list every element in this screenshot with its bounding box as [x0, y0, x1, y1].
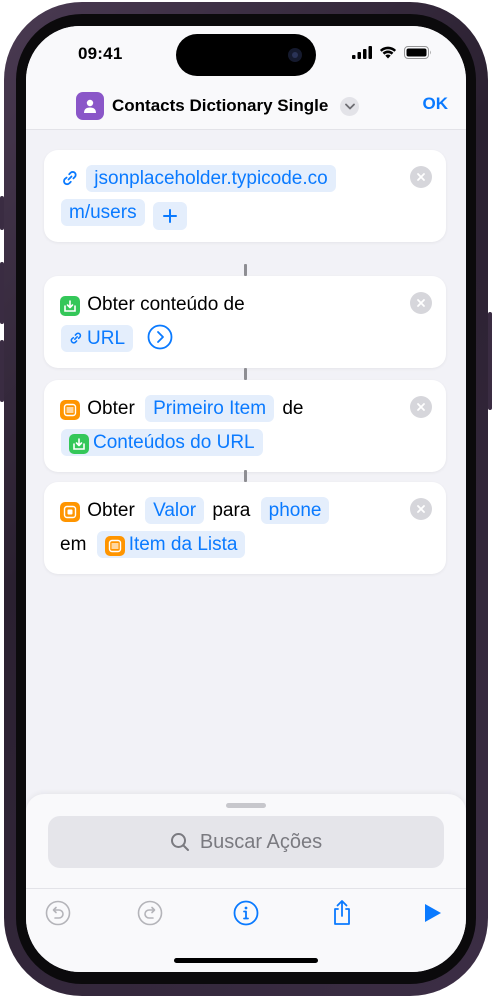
redo-button[interactable]: [136, 899, 164, 927]
dictionary-icon: [60, 502, 80, 522]
shortcut-title-menu[interactable]: Contacts Dictionary Single: [76, 92, 360, 120]
expand-options-button[interactable]: [147, 324, 173, 350]
action-list: jsonplaceholder.typicode.co m/users Obter…: [26, 130, 466, 820]
contact-person-icon: [76, 92, 104, 120]
volume-down-button: [0, 340, 4, 402]
volume-up-button: [0, 262, 4, 324]
status-time: 09:41: [78, 44, 123, 63]
redo-icon: [137, 900, 163, 926]
chevron-right-circle-icon: [147, 324, 173, 350]
battery-icon: [404, 46, 431, 59]
wifi-icon: [379, 46, 397, 59]
camera-icon: [288, 48, 302, 62]
search-icon: [170, 833, 189, 851]
action-verb: Obter: [87, 398, 135, 419]
link-icon: [70, 332, 82, 344]
remove-action-button[interactable]: [410, 498, 432, 520]
url-variable-label: URL: [87, 328, 126, 349]
list-icon: [60, 400, 80, 420]
url-action-card[interactable]: jsonplaceholder.typicode.co m/users: [44, 150, 446, 242]
url-value-token[interactable]: jsonplaceholder.typicode.co m/users: [61, 165, 336, 226]
action-connector: [244, 264, 247, 276]
screen: 09:41 Contacts Dictionary Single OK json…: [26, 26, 466, 972]
sheet-grabber[interactable]: [226, 803, 266, 808]
power-button: [488, 312, 492, 410]
url-text-line2: m/users: [69, 202, 137, 223]
contents-variable-token[interactable]: Conteúdos do URL: [61, 429, 263, 456]
undo-button[interactable]: [44, 899, 72, 927]
download-icon: [69, 434, 89, 454]
download-icon: [60, 296, 80, 316]
item-selector-token[interactable]: Primeiro Item: [145, 395, 275, 422]
url-variable-token[interactable]: URL: [61, 325, 134, 352]
share-icon: [334, 900, 350, 925]
action-connector: [244, 470, 247, 482]
info-button[interactable]: [232, 899, 260, 927]
run-button[interactable]: [418, 899, 446, 927]
key-token[interactable]: phone: [260, 497, 330, 524]
action-verb: Obter: [87, 500, 135, 521]
close-icon: [417, 299, 425, 307]
status-bar: 09:41: [26, 26, 466, 84]
action-preposition: em: [60, 534, 87, 555]
list-item-variable-token[interactable]: Item da Lista: [96, 531, 246, 558]
nav-bar: Contacts Dictionary Single OK: [26, 84, 466, 130]
editor-toolbar: [26, 888, 466, 936]
contents-variable-label: Conteúdos do URL: [93, 432, 255, 453]
action-label: Obter conteúdo de: [87, 294, 245, 315]
action-connector: [244, 368, 247, 380]
get-item-action-card[interactable]: Obter Primeiro Item de Conteúdos do URL: [44, 380, 446, 472]
undo-icon: [45, 900, 71, 926]
search-actions-field[interactable]: Buscar Ações: [48, 816, 444, 868]
action-button: [0, 196, 4, 230]
remove-action-button[interactable]: [410, 166, 432, 188]
shortcut-title: Contacts Dictionary Single: [112, 96, 329, 115]
done-button[interactable]: OK: [423, 94, 449, 114]
get-contents-action-card[interactable]: Obter conteúdo de URL: [44, 276, 446, 368]
close-icon: [417, 505, 425, 513]
share-button[interactable]: [328, 899, 356, 927]
info-icon: [233, 900, 259, 926]
list-item-variable-label: Item da Lista: [128, 534, 238, 555]
add-url-button[interactable]: [152, 202, 187, 230]
play-icon: [425, 904, 441, 922]
close-icon: [417, 403, 425, 411]
status-icons: [352, 46, 432, 59]
link-icon: [60, 168, 80, 188]
plus-icon: [162, 209, 177, 223]
close-icon: [417, 173, 425, 181]
get-dictionary-value-action-card[interactable]: Obter Valor para phone em Item da Lista: [44, 482, 446, 574]
cellular-signal-icon: [352, 46, 372, 59]
url-text-line1: jsonplaceholder.typicode.co: [94, 168, 328, 189]
home-indicator: [174, 958, 318, 963]
actions-sheet: Buscar Ações: [26, 794, 466, 972]
remove-action-button[interactable]: [410, 292, 432, 314]
list-icon: [104, 536, 125, 556]
remove-action-button[interactable]: [410, 396, 432, 418]
search-placeholder: Buscar Ações: [199, 830, 323, 853]
dynamic-island: [176, 34, 316, 76]
action-preposition: de: [282, 398, 304, 419]
chevron-down-icon[interactable]: [340, 96, 360, 116]
action-preposition: para: [212, 500, 251, 521]
value-selector-token[interactable]: Valor: [145, 497, 205, 524]
